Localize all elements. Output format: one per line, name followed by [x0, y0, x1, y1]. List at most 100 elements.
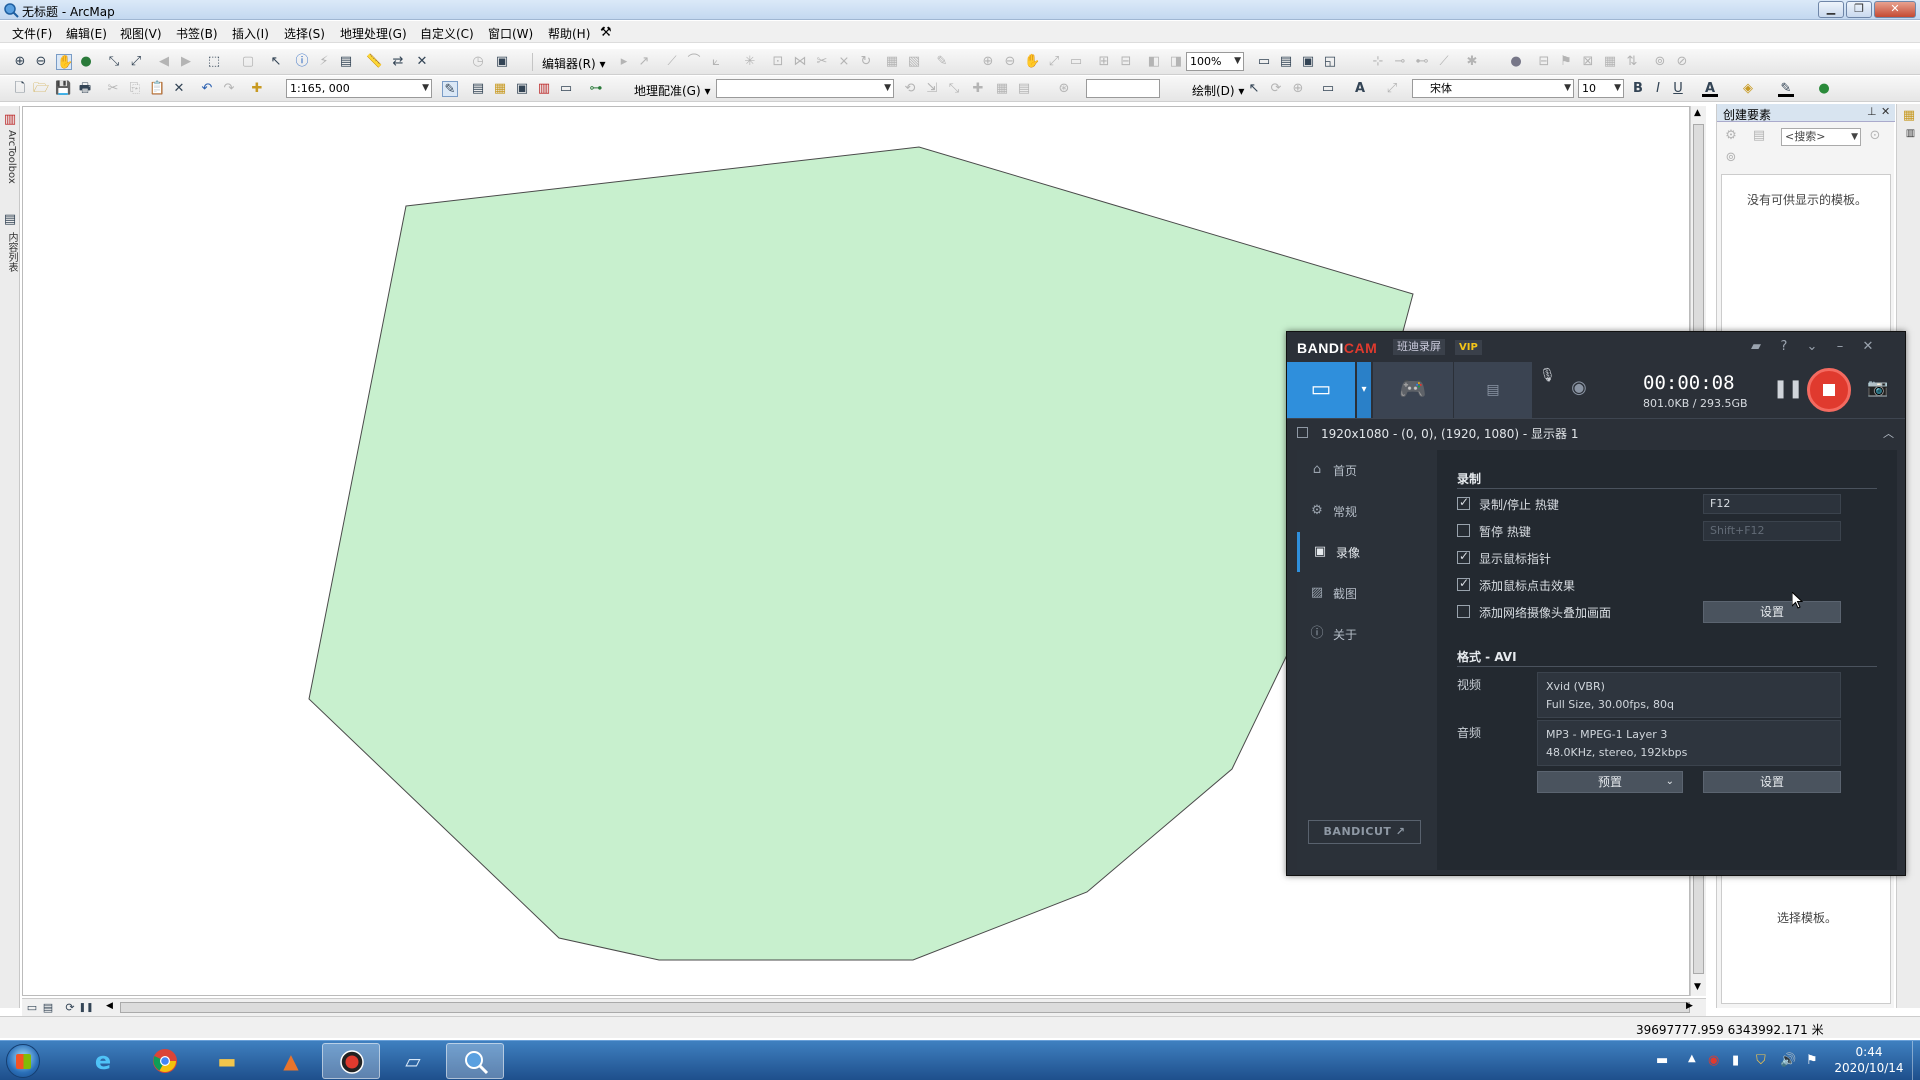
- checkbox[interactable]: [1457, 576, 1470, 591]
- hyperlink-icon[interactable]: ⚡: [316, 54, 332, 70]
- sketch-properties-icon[interactable]: ▧: [906, 54, 922, 70]
- text-icon[interactable]: A: [1352, 81, 1368, 97]
- option-click-effect[interactable]: 添加鼠标点击效果: [1457, 576, 1677, 594]
- layout-zoom-in-icon[interactable]: ⊕: [980, 54, 996, 70]
- menu-windows[interactable]: 窗口(W): [488, 25, 533, 42]
- template-search-box[interactable]: <搜索> ▼: [1781, 128, 1861, 146]
- model-builder-icon[interactable]: ⊶: [588, 81, 604, 97]
- data-view-icon[interactable]: ▭: [24, 1000, 40, 1016]
- help-icon[interactable]: ?: [1775, 338, 1793, 356]
- font-name-combo[interactable]: 宋体 ▼: [1412, 79, 1574, 98]
- toggle-draft-icon[interactable]: ▭: [1256, 54, 1272, 70]
- select-elements-icon[interactable]: ↖: [268, 54, 284, 70]
- menu-customize[interactable]: 自定义(C): [420, 25, 474, 42]
- python-window-icon[interactable]: ▭: [558, 81, 574, 97]
- edit-vertices-icon[interactable]: ⊡: [770, 54, 786, 70]
- clear-selection-icon[interactable]: ▢: [240, 54, 256, 70]
- layout-fixed-out-icon[interactable]: ⊟: [1118, 54, 1134, 70]
- create-features-icon[interactable]: ✎: [934, 54, 950, 70]
- viewer-window-icon[interactable]: ▣: [494, 54, 510, 70]
- scale-icon[interactable]: ⤡: [946, 81, 962, 97]
- change-layout-icon[interactable]: ▣: [1300, 54, 1316, 70]
- stop-record-button[interactable]: [1807, 368, 1851, 412]
- select-elements-arrow-icon[interactable]: ↖: [1246, 81, 1262, 97]
- close-button[interactable]: ✕: [1874, 1, 1916, 18]
- nav-video[interactable]: ▣ 录像: [1297, 532, 1437, 572]
- shift-icon[interactable]: ⇲: [924, 81, 940, 97]
- point-icon[interactable]: ✳: [742, 54, 758, 70]
- zoom-to-selected-icon[interactable]: ⊕: [1290, 81, 1306, 97]
- font-size-combo[interactable]: 10 ▼: [1578, 79, 1624, 98]
- data-driven-pages-icon[interactable]: ◱: [1322, 54, 1338, 70]
- minimize-icon[interactable]: –: [1831, 338, 1849, 356]
- screen-mode-button[interactable]: ▭: [1287, 362, 1355, 418]
- go-to-xy-icon[interactable]: ✕: [414, 54, 430, 70]
- collapse-icon[interactable]: ⌄: [1803, 338, 1821, 356]
- checkbox[interactable]: [1457, 605, 1470, 618]
- nav-about[interactable]: ⓘ 关于: [1297, 614, 1437, 654]
- arctoolbox-icon[interactable]: ▥: [536, 81, 552, 97]
- clear-results-icon[interactable]: ⊘: [1674, 54, 1690, 70]
- map-scale-combo[interactable]: 1:165, 000 ▼: [286, 79, 432, 98]
- search-window-icon[interactable]: ▣: [514, 81, 530, 97]
- pause-drawing-icon[interactable]: ❚❚: [78, 1000, 94, 1016]
- game-mode-button[interactable]: 🎮: [1373, 362, 1453, 418]
- endpoint-arc-icon[interactable]: ⌒: [686, 54, 702, 70]
- zoom-in-icon[interactable]: ⊕: [12, 54, 28, 70]
- scroll-down-icon[interactable]: ▼: [1694, 982, 1701, 992]
- georef-rotate-icon[interactable]: ✱: [1464, 54, 1480, 70]
- toc-tab-icon[interactable]: ▤: [2, 212, 18, 228]
- taskbar-notepad[interactable]: ▱: [384, 1043, 442, 1079]
- zoom-out-icon[interactable]: ⊖: [33, 54, 49, 70]
- maximize-button[interactable]: ❐: [1846, 1, 1872, 18]
- menu-insert[interactable]: 插入(I): [232, 25, 269, 42]
- scroll-left-icon[interactable]: ◀: [106, 1001, 113, 1011]
- rotate-element-icon[interactable]: ⟳: [1268, 81, 1284, 97]
- checkbox[interactable]: [1457, 524, 1470, 537]
- editor-menu[interactable]: 编辑器(R) ▾: [542, 55, 606, 72]
- cut-icon[interactable]: ✂: [105, 81, 121, 97]
- security-shield-icon[interactable]: ⛉: [1756, 1053, 1766, 1068]
- copy-icon[interactable]: ⎘: [127, 81, 143, 97]
- view-link-table-icon[interactable]: ▦: [994, 81, 1010, 97]
- show-desktop-button[interactable]: [1912, 1041, 1920, 1080]
- zoom-whole-page-icon[interactable]: ⤢: [1046, 54, 1062, 70]
- viewer-icon[interactable]: ▤: [1016, 81, 1032, 97]
- editor-toolbar-icon[interactable]: ✎: [442, 81, 458, 97]
- edit-vertices-draw-icon[interactable]: ⤢: [1384, 81, 1400, 97]
- open-folder-icon[interactable]: 🗁: [33, 81, 49, 97]
- georef-layer-combo[interactable]: ▼: [716, 79, 894, 98]
- edit-tool-icon[interactable]: ▸: [616, 54, 632, 70]
- save-icon[interactable]: 💾: [55, 81, 71, 97]
- back-extent-icon[interactable]: ◀: [156, 54, 172, 70]
- snapping-end-icon[interactable]: ⊸: [1392, 54, 1408, 70]
- snapping-edge-icon[interactable]: ⟋: [1436, 54, 1452, 70]
- georeferencing-menu[interactable]: 地理配准(G) ▾: [634, 82, 711, 99]
- fixed-zoom-in-icon[interactable]: ⤡: [106, 54, 122, 70]
- pane-close-icon[interactable]: ✕: [1881, 105, 1890, 118]
- pin-icon[interactable]: ⊥: [1867, 105, 1877, 118]
- rectangle-icon[interactable]: ▭: [1320, 81, 1336, 97]
- menu-edit[interactable]: 编辑(E): [66, 25, 107, 42]
- edit-annotation-icon[interactable]: ↗: [636, 54, 652, 70]
- grid-icon[interactable]: ▦: [1602, 54, 1618, 70]
- flag-icon[interactable]: ⚑: [1558, 54, 1574, 70]
- record-hotkey-field[interactable]: F12: [1703, 494, 1841, 514]
- option-record-hotkey[interactable]: 录制/停止 热键: [1457, 495, 1677, 513]
- menu-selection[interactable]: 选择(S): [284, 25, 325, 42]
- full-extent-icon[interactable]: ●: [78, 54, 94, 70]
- catalog-tab[interactable]: ▥: [1901, 128, 1917, 139]
- organize-templates-icon[interactable]: ⚙: [1723, 128, 1739, 144]
- select-features-icon[interactable]: ⬚: [206, 54, 222, 70]
- flag-icon[interactable]: ⚑: [1806, 1053, 1818, 1068]
- show-hidden-icons[interactable]: ▲: [1688, 1053, 1696, 1064]
- identify-icon[interactable]: ⓘ: [294, 54, 310, 70]
- solve-icon[interactable]: ⊚: [1652, 54, 1668, 70]
- table-of-contents-icon[interactable]: ▤: [470, 81, 486, 97]
- fill-color-icon[interactable]: ◈: [1740, 81, 1756, 97]
- camera-icon[interactable]: 📷: [1865, 378, 1891, 402]
- option-pause-hotkey[interactable]: 暂停 热键: [1457, 522, 1677, 540]
- barrier-icon[interactable]: ⊠: [1580, 54, 1596, 70]
- layout-zoom-combo[interactable]: 100% ▼: [1186, 52, 1244, 71]
- auto-adjust-icon[interactable]: ⊛: [1056, 81, 1072, 97]
